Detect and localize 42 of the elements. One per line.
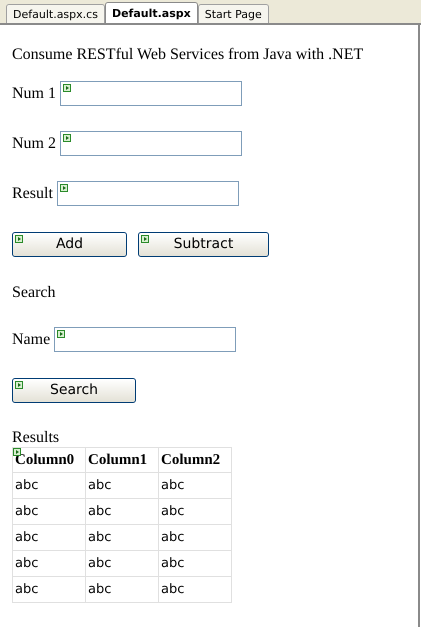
column-header: Column1 [86,448,158,472]
server-control-icon [60,184,68,192]
server-control-icon [141,235,149,243]
table-cell: abc [86,550,158,576]
text-field[interactable] [60,131,242,156]
server-control-icon [63,134,71,142]
push-button[interactable]: Add [12,232,127,257]
text-field[interactable] [60,81,242,106]
table-cell: abc [158,550,232,576]
document-tab[interactable]: Start Page [198,4,269,23]
text-field[interactable] [56,181,239,206]
server-control-icon [63,84,71,92]
table-cell: abc [158,576,232,602]
table-cell: abc [12,524,86,550]
table-cell: abc [12,498,86,524]
table-cell: abc [86,498,158,524]
table-cell: abc [86,524,158,550]
push-button[interactable]: Subtract [138,232,269,257]
field-label: Result [12,184,53,204]
column-header: Column2 [158,448,232,472]
table-cell: abc [12,576,86,602]
page-heading: Consume RESTful Web Services from Java with .NET [12,45,364,65]
table-cell: abc [86,576,158,602]
server-control-icon [15,235,23,243]
section-heading: Search [12,283,56,303]
table-cell: abc [86,472,158,498]
table-cell: abc [158,524,232,550]
field-label: Name [12,330,50,350]
document-tab[interactable]: Default.aspx [104,2,198,23]
table-cell: abc [12,550,86,576]
text-field[interactable] [54,327,236,352]
server-control-icon [57,330,66,338]
table-cell: abc [158,498,232,524]
server-control-icon [15,381,23,389]
document-tab[interactable]: Default.aspx.cs [6,4,105,23]
push-button[interactable]: Search [12,378,136,403]
table-cell: abc [12,472,86,498]
section-heading: Results [12,429,60,447]
field-label: Num 2 [12,134,56,154]
field-label: Num 1 [12,84,56,104]
table-cell: abc [158,472,232,498]
column-header: Column0 [12,448,86,472]
